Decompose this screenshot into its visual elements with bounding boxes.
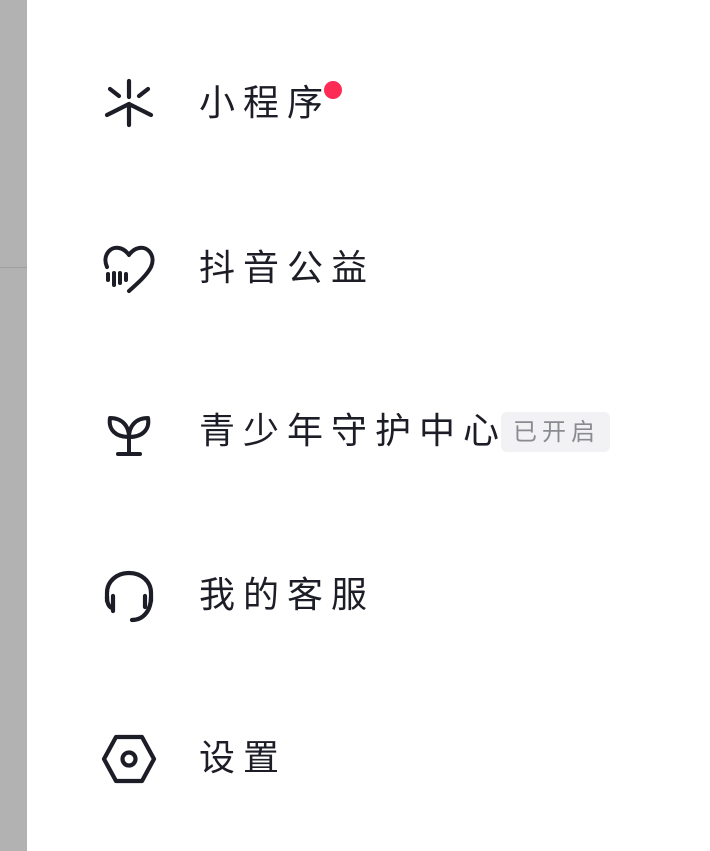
- menu-item-label: 小程序: [199, 83, 332, 124]
- sprout-icon: [100, 403, 158, 461]
- dimmed-background-strip[interactable]: [0, 0, 27, 851]
- mini-program-icon: [100, 75, 158, 133]
- drawer-menu: 小程序 抖音公益 青少年守护中心 已开启 我的客服 设置: [27, 0, 710, 851]
- menu-item-youth-protection[interactable]: 青少年守护中心 已开启: [27, 381, 710, 481]
- menu-item-label: 设置: [199, 738, 288, 779]
- side-drawer-page: 小程序 抖音公益 青少年守护中心 已开启 我的客服 设置: [0, 0, 710, 851]
- menu-item-label: 青少年守护中心: [199, 411, 508, 452]
- menu-item-charity[interactable]: 抖音公益: [27, 218, 710, 318]
- background-divider: [0, 267, 27, 268]
- status-badge: 已开启: [501, 412, 610, 452]
- menu-item-mini-programs[interactable]: 小程序: [27, 53, 710, 153]
- hexagon-settings-icon: [100, 730, 158, 788]
- menu-item-label: 我的客服: [199, 575, 376, 616]
- charity-heart-icon: [100, 240, 158, 298]
- headset-icon: [100, 567, 158, 625]
- menu-item-label: 抖音公益: [199, 248, 376, 289]
- menu-item-settings[interactable]: 设置: [27, 708, 710, 808]
- notification-dot: [324, 81, 342, 99]
- menu-item-customer-service[interactable]: 我的客服: [27, 545, 710, 645]
